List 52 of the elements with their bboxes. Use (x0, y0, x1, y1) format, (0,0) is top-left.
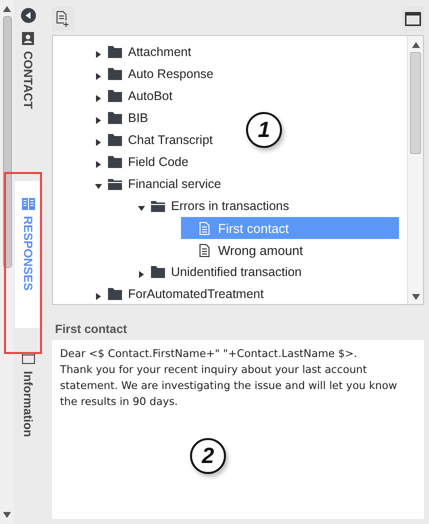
add-document-icon (56, 11, 70, 27)
tree-item[interactable]: Wrong amount (181, 239, 304, 261)
scroll-down-icon[interactable] (3, 512, 11, 518)
window-icon (22, 352, 34, 366)
collapsed-arrow-icon[interactable] (95, 139, 102, 146)
collapsed-arrow-icon[interactable] (95, 293, 102, 300)
preview-text: Dear <$ Contact.FirstName+" "+Contact.LastName $>. Thank you for your recent inquiry about your last account statement. We are investigating the issue and will let you know the results in 90 days. (60, 347, 398, 410)
folder-label[interactable]: ForAutomatedTreatment (128, 287, 264, 301)
collapsed-arrow-icon[interactable] (95, 73, 102, 80)
folder-icon (108, 156, 122, 168)
folder-icon (108, 134, 122, 146)
folder-icon (151, 266, 165, 278)
side-tab[interactable]: Information (15, 348, 41, 442)
scroll-up-icon[interactable] (412, 42, 420, 48)
maximize-button[interactable] (402, 7, 424, 31)
folder-icon (108, 68, 122, 80)
collapsed-arrow-icon[interactable] (95, 95, 102, 102)
folder-label[interactable]: Field Code (128, 155, 188, 169)
open-folder-icon (151, 200, 165, 212)
scroll-up-icon[interactable] (3, 6, 11, 12)
folder-icon (108, 90, 122, 102)
add-document-button[interactable] (52, 7, 74, 31)
folder-label[interactable]: Auto Response (128, 67, 214, 81)
folder-icon (108, 46, 122, 58)
folder-icon (108, 112, 122, 124)
scroll-down-icon[interactable] (412, 294, 420, 300)
folder-label[interactable]: AutoBot (128, 89, 172, 103)
scrollbar-thumb[interactable] (2, 16, 12, 268)
expanded-arrow-icon[interactable] (138, 205, 145, 212)
document-icon (199, 244, 210, 256)
book-icon (22, 196, 34, 210)
folder-label[interactable]: Errors in transactions (171, 199, 290, 213)
callout-number: 2 (190, 438, 226, 474)
folder-label[interactable]: Unidentified transaction (171, 265, 302, 279)
expanded-arrow-icon[interactable] (95, 183, 102, 190)
folder-label[interactable]: Attachment (128, 45, 192, 59)
back-icon[interactable] (20, 8, 36, 23)
collapsed-arrow-icon[interactable] (138, 271, 145, 278)
collapsed-arrow-icon[interactable] (95, 117, 102, 124)
folder-icon (108, 288, 122, 300)
folder-label[interactable]: Chat Transcript (128, 133, 213, 147)
contact-card-icon (22, 32, 34, 45)
scrollbar-thumb[interactable] (410, 52, 421, 154)
collapsed-arrow-icon[interactable] (95, 51, 102, 58)
collapsed-arrow-icon[interactable] (95, 161, 102, 168)
folder-label[interactable]: Financial service (128, 177, 222, 191)
preview-title: First contact (55, 322, 128, 336)
open-folder-icon (108, 178, 122, 190)
document-icon (199, 222, 210, 234)
callout-number: 1 (246, 112, 282, 148)
side-tab[interactable]: CONTACT (15, 28, 41, 113)
folder-label[interactable]: BIB (128, 111, 148, 125)
